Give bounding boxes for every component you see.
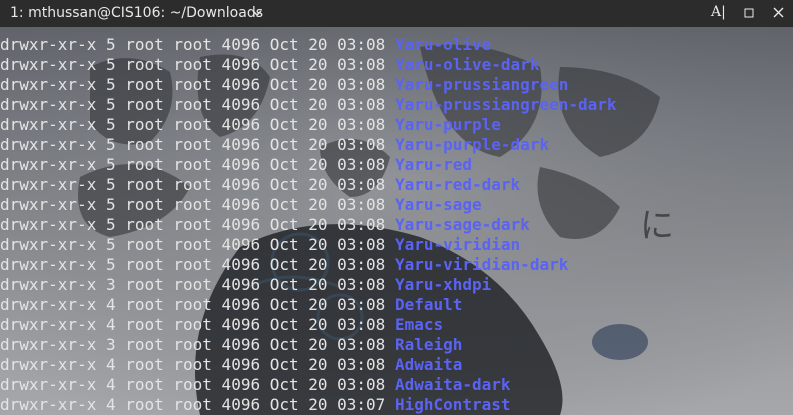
listing-row: drwxr-xr-x 5 root root 4096 Oct 20 03:08… (0, 215, 793, 235)
directory-name: Emacs (394, 315, 444, 334)
minimize-icon (744, 8, 754, 18)
directory-name: Adwaita (394, 355, 463, 374)
listing-row: drwxr-xr-x 5 root root 4096 Oct 20 03:08… (0, 115, 793, 135)
file-metadata: drwxr-xr-x 5 root root 4096 Oct 20 03:08 (0, 75, 395, 94)
directory-name: Default (394, 295, 463, 314)
close-button[interactable] (769, 4, 789, 22)
directory-name: Yaru-olive (394, 35, 492, 54)
listing-row: drwxr-xr-x 4 root root 4096 Oct 20 03:08… (0, 315, 793, 335)
directory-name: Raleigh (394, 335, 463, 354)
file-metadata: drwxr-xr-x 5 root root 4096 Oct 20 03:08 (0, 115, 395, 134)
font-size-button[interactable]: A| (709, 4, 729, 22)
directory-name: Yaru-red-dark (394, 175, 521, 194)
directory-name: Yaru-viridian-dark (394, 255, 569, 274)
listing-row: drwxr-xr-x 5 root root 4096 Oct 20 03:08… (0, 135, 793, 155)
directory-name: Adwaita-dark (394, 375, 511, 394)
text-cursor-icon: A| (711, 4, 726, 20)
directory-name: Yaru-prussiangreen (394, 75, 569, 94)
file-metadata: drwxr-xr-x 4 root root 4096 Oct 20 03:08 (0, 295, 395, 314)
terminal-window: に 1: mthussan@CIS106: ~/Downloads A| drw… (0, 0, 793, 415)
file-metadata: drwxr-xr-x 3 root root 4096 Oct 20 03:08 (0, 275, 395, 294)
file-metadata: drwxr-xr-x 5 root root 4096 Oct 20 03:08 (0, 215, 395, 234)
file-metadata: drwxr-xr-x 4 root root 4096 Oct 20 03:07 (0, 395, 395, 414)
directory-name: Yaru-xhdpi (394, 275, 492, 294)
directory-name: Yaru-viridian (394, 235, 521, 254)
listing-row: drwxr-xr-x 4 root root 4096 Oct 20 03:07… (0, 395, 793, 415)
file-metadata: drwxr-xr-x 5 root root 4096 Oct 20 03:08 (0, 155, 395, 174)
directory-name: HighContrast (394, 395, 511, 414)
listing-row: drwxr-xr-x 3 root root 4096 Oct 20 03:08… (0, 335, 793, 355)
file-metadata: drwxr-xr-x 5 root root 4096 Oct 20 03:08 (0, 195, 395, 214)
directory-name: Yaru-olive-dark (394, 55, 540, 74)
directory-name: Yaru-purple-dark (394, 135, 550, 154)
listing-row: drwxr-xr-x 5 root root 4096 Oct 20 03:08… (0, 95, 793, 115)
listing-row: drwxr-xr-x 5 root root 4096 Oct 20 03:08… (0, 35, 793, 55)
close-icon (773, 7, 784, 18)
title-bar: 1: mthussan@CIS106: ~/Downloads A| (0, 0, 793, 27)
file-metadata: drwxr-xr-x 4 root root 4096 Oct 20 03:08 (0, 375, 395, 394)
window-title: 1: mthussan@CIS106: ~/Downloads (10, 5, 263, 21)
file-metadata: drwxr-xr-x 5 root root 4096 Oct 20 03:08 (0, 35, 395, 54)
file-metadata: drwxr-xr-x 5 root root 4096 Oct 20 03:08 (0, 255, 395, 274)
file-metadata: drwxr-xr-x 3 root root 4096 Oct 20 03:08 (0, 335, 395, 354)
file-metadata: drwxr-xr-x 4 root root 4096 Oct 20 03:08 (0, 315, 395, 334)
listing-row: drwxr-xr-x 4 root root 4096 Oct 20 03:08… (0, 355, 793, 375)
minimize-button[interactable] (739, 4, 759, 22)
terminal-output[interactable]: drwxr-xr-x 5 root root 4096 Oct 20 03:08… (0, 35, 793, 415)
directory-name: Yaru-sage-dark (394, 215, 530, 234)
listing-row: drwxr-xr-x 4 root root 4096 Oct 20 03:08… (0, 375, 793, 395)
listing-row: drwxr-xr-x 5 root root 4096 Oct 20 03:08… (0, 155, 793, 175)
listing-row: drwxr-xr-x 5 root root 4096 Oct 20 03:08… (0, 75, 793, 95)
directory-name: Yaru-prussiangreen-dark (394, 95, 617, 114)
directory-name: Yaru-purple (394, 115, 501, 134)
listing-row: drwxr-xr-x 5 root root 4096 Oct 20 03:08… (0, 195, 793, 215)
file-metadata: drwxr-xr-x 5 root root 4096 Oct 20 03:08 (0, 175, 395, 194)
file-metadata: drwxr-xr-x 5 root root 4096 Oct 20 03:08 (0, 95, 395, 114)
listing-row: drwxr-xr-x 3 root root 4096 Oct 20 03:08… (0, 275, 793, 295)
file-metadata: drwxr-xr-x 5 root root 4096 Oct 20 03:08 (0, 135, 395, 154)
directory-name: Yaru-sage (394, 195, 482, 214)
chevron-down-icon[interactable] (250, 6, 264, 20)
file-metadata: drwxr-xr-x 4 root root 4096 Oct 20 03:08 (0, 355, 395, 374)
directory-name: Yaru-red (394, 155, 473, 174)
listing-row: drwxr-xr-x 4 root root 4096 Oct 20 03:08… (0, 295, 793, 315)
file-metadata: drwxr-xr-x 5 root root 4096 Oct 20 03:08 (0, 235, 395, 254)
listing-row: drwxr-xr-x 5 root root 4096 Oct 20 03:08… (0, 55, 793, 75)
listing-row: drwxr-xr-x 5 root root 4096 Oct 20 03:08… (0, 235, 793, 255)
listing-row: drwxr-xr-x 5 root root 4096 Oct 20 03:08… (0, 255, 793, 275)
listing-row: drwxr-xr-x 5 root root 4096 Oct 20 03:08… (0, 175, 793, 195)
file-metadata: drwxr-xr-x 5 root root 4096 Oct 20 03:08 (0, 55, 395, 74)
